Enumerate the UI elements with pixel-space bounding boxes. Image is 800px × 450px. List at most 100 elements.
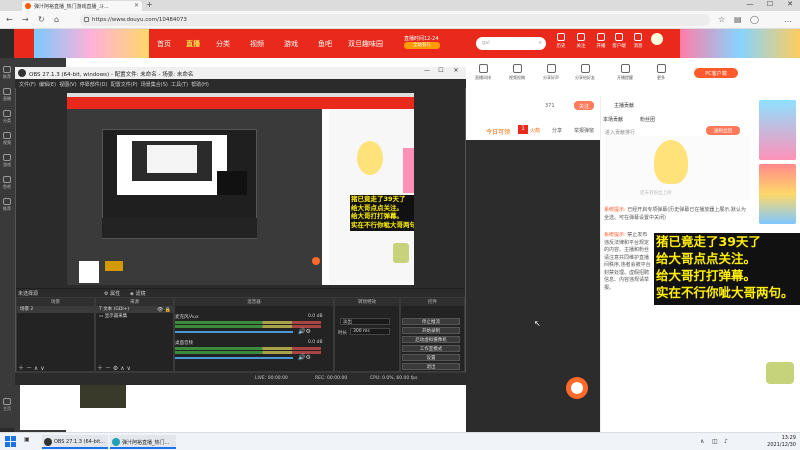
- follow-button[interactable]: 关注: [571, 33, 591, 49]
- virtual-camera-button[interactable]: 启动虚拟摄像机: [402, 336, 460, 343]
- nav-home[interactable]: 首页: [157, 39, 171, 49]
- mixer-track-2-mute-icon[interactable]: 🔊⚙: [298, 354, 311, 361]
- transition-select[interactable]: 淡出: [340, 318, 390, 325]
- sidebar-item-3[interactable]: 分类: [2, 110, 12, 124]
- room-icon-3[interactable]: 分享好声: [540, 64, 562, 81]
- chat-tab-2[interactable]: 本场贡献: [603, 116, 623, 123]
- remove-source-icon[interactable]: －: [105, 365, 111, 372]
- system-clock[interactable]: 13:29 2021/12/30: [740, 435, 796, 449]
- source-item-display[interactable]: ▭ 显示器采集: [96, 313, 173, 320]
- volume-icon[interactable]: ♪: [724, 438, 728, 445]
- stop-streaming-button[interactable]: 停止推流: [402, 318, 460, 325]
- home-icon[interactable]: ⌂: [54, 15, 59, 24]
- source-down-icon[interactable]: ∨: [127, 365, 131, 372]
- client-button[interactable]: 客户端: [609, 33, 629, 49]
- sidebar-item-1[interactable]: 推荐: [2, 66, 12, 80]
- add-scene-icon[interactable]: ＋: [18, 365, 24, 372]
- task-view-icon[interactable]: ▣: [24, 436, 30, 443]
- chat-tab-3[interactable]: 粉丝团: [640, 116, 655, 123]
- promo-banner[interactable]: [680, 29, 800, 58]
- forward-icon[interactable]: →: [22, 15, 29, 24]
- share-link[interactable]: 分享: [552, 127, 562, 134]
- new-tab-button[interactable]: +: [146, 0, 153, 9]
- profile-icon[interactable]: ◯: [750, 15, 759, 24]
- collections-icon[interactable]: ▤: [734, 15, 742, 24]
- scene-up-icon[interactable]: ∧: [34, 365, 38, 372]
- room-icon-4[interactable]: 分享给好友: [574, 64, 596, 81]
- rank-link[interactable]: 进入贡献排行: [605, 129, 635, 136]
- sidebar-item-2[interactable]: 直播: [2, 88, 12, 102]
- nav-games[interactable]: 游戏: [284, 39, 298, 49]
- sidebar-item-5[interactable]: 游戏: [2, 154, 12, 168]
- source-settings-icon[interactable]: ⚙: [113, 365, 118, 372]
- back-icon[interactable]: ←: [6, 15, 13, 24]
- tray-chevron-icon[interactable]: ∧: [700, 438, 704, 445]
- nav-video[interactable]: 视频: [250, 39, 264, 49]
- nav-event[interactable]: 双旦趣味园: [348, 39, 383, 49]
- preview-caption: 猪已竟走了39天了 给大哥点点关注。 给大哥打打弹幕。 实在不行你呲大哥两句。: [350, 195, 414, 231]
- user-avatar[interactable]: [651, 33, 663, 45]
- obs-canvas: 猪已竟走了39天了 给大哥点点关注。 给大哥打打弹幕。 实在不行你呲大哥两句。: [67, 93, 414, 285]
- obs-minimize-button[interactable]: —: [420, 67, 434, 74]
- sidebar-item-8[interactable]: 主页: [2, 398, 12, 412]
- tab-close-icon[interactable]: ✕: [134, 2, 139, 9]
- settings-button[interactable]: 设置: [402, 354, 460, 361]
- history-button[interactable]: 历史: [551, 33, 571, 49]
- taskbar-app-edge[interactable]: 弹汁阿裕直播_热门...: [110, 435, 176, 449]
- room-icon-6[interactable]: 更多: [650, 64, 672, 81]
- studio-mode-button[interactable]: 工作室模式: [402, 345, 460, 352]
- nav-category[interactable]: 分类: [216, 39, 230, 49]
- live-badge[interactable]: 全站有礼: [404, 42, 440, 49]
- url-input[interactable]: https://www.douyu.com/10484073: [80, 14, 710, 26]
- fan-club-button[interactable]: 送粉丝团: [706, 126, 740, 135]
- search-icon[interactable]: ⌕: [539, 39, 542, 47]
- duration-input[interactable]: 300 ms: [350, 328, 390, 335]
- refresh-icon[interactable]: ↻: [38, 15, 45, 24]
- obs-close-button[interactable]: ✕: [449, 67, 463, 74]
- maximize-button[interactable]: ☐: [760, 0, 780, 11]
- properties-button[interactable]: ⚙ 属性: [104, 290, 120, 297]
- network-icon[interactable]: ◫: [712, 438, 718, 445]
- room-icon-5[interactable]: 开播提醒: [614, 64, 636, 81]
- promo-ad-2[interactable]: [759, 164, 796, 224]
- browser-tab[interactable]: 弹汁阿裕直播_热门游戏直播_斗... ✕: [22, 1, 142, 11]
- room-icon-2[interactable]: 视频投稿: [506, 64, 528, 81]
- remove-scene-icon[interactable]: －: [26, 365, 32, 372]
- promo-ad-1[interactable]: [759, 100, 796, 160]
- filters-button[interactable]: ◈ 滤镜: [130, 290, 145, 297]
- start-recording-button[interactable]: 开始录制: [402, 327, 460, 334]
- scene-down-icon[interactable]: ∨: [40, 365, 44, 372]
- start-button[interactable]: [5, 436, 17, 448]
- close-window-button[interactable]: ✕: [780, 0, 800, 11]
- sidebar-item-6[interactable]: 鱼吧: [2, 176, 12, 190]
- sidebar-item-7[interactable]: 推荐: [2, 198, 12, 212]
- nav-live[interactable]: 直播: [186, 39, 200, 49]
- nav-fishbar[interactable]: 鱼吧: [318, 39, 332, 49]
- room-icon-1[interactable]: 直播间排: [472, 64, 494, 81]
- pc-client-button[interactable]: PC客户端: [694, 68, 738, 78]
- minimize-button[interactable]: —: [740, 0, 760, 11]
- source-visibility-icons[interactable]: 👁 🔒: [157, 307, 171, 313]
- floating-chat-button[interactable]: [566, 377, 588, 399]
- chat-tab-1[interactable]: 主播贡献: [614, 102, 634, 109]
- report-link[interactable]: 举报弹窗: [574, 127, 594, 134]
- taskbar-app-obs[interactable]: OBS 27.1.3 (64-bit...: [42, 435, 108, 449]
- mixer-track-2-slider[interactable]: [175, 357, 293, 359]
- obs-maximize-button[interactable]: ☐: [434, 67, 448, 74]
- mixer-track-1-mute-icon[interactable]: 🔊⚙: [298, 328, 311, 335]
- search-input[interactable]: gal ⌕: [476, 37, 546, 50]
- douyu-logo-banner[interactable]: [34, 29, 149, 58]
- source-up-icon[interactable]: ∧: [120, 365, 124, 372]
- side-thumb[interactable]: [20, 380, 66, 430]
- mixer-track-1-slider[interactable]: [175, 331, 293, 333]
- exit-button[interactable]: 退出: [402, 363, 460, 370]
- broadcast-button[interactable]: 开播: [591, 33, 611, 49]
- favorites-icon[interactable]: ☆: [718, 15, 725, 24]
- promo-ad-3[interactable]: [766, 362, 794, 384]
- add-source-icon[interactable]: ＋: [97, 365, 103, 372]
- follow-room-button[interactable]: 关注: [574, 101, 594, 110]
- message-button[interactable]: 消息: [628, 33, 648, 49]
- menu-icon[interactable]: …: [784, 15, 792, 24]
- scene-item[interactable]: 场景 2: [17, 306, 94, 313]
- sidebar-item-4[interactable]: 视频: [2, 132, 12, 146]
